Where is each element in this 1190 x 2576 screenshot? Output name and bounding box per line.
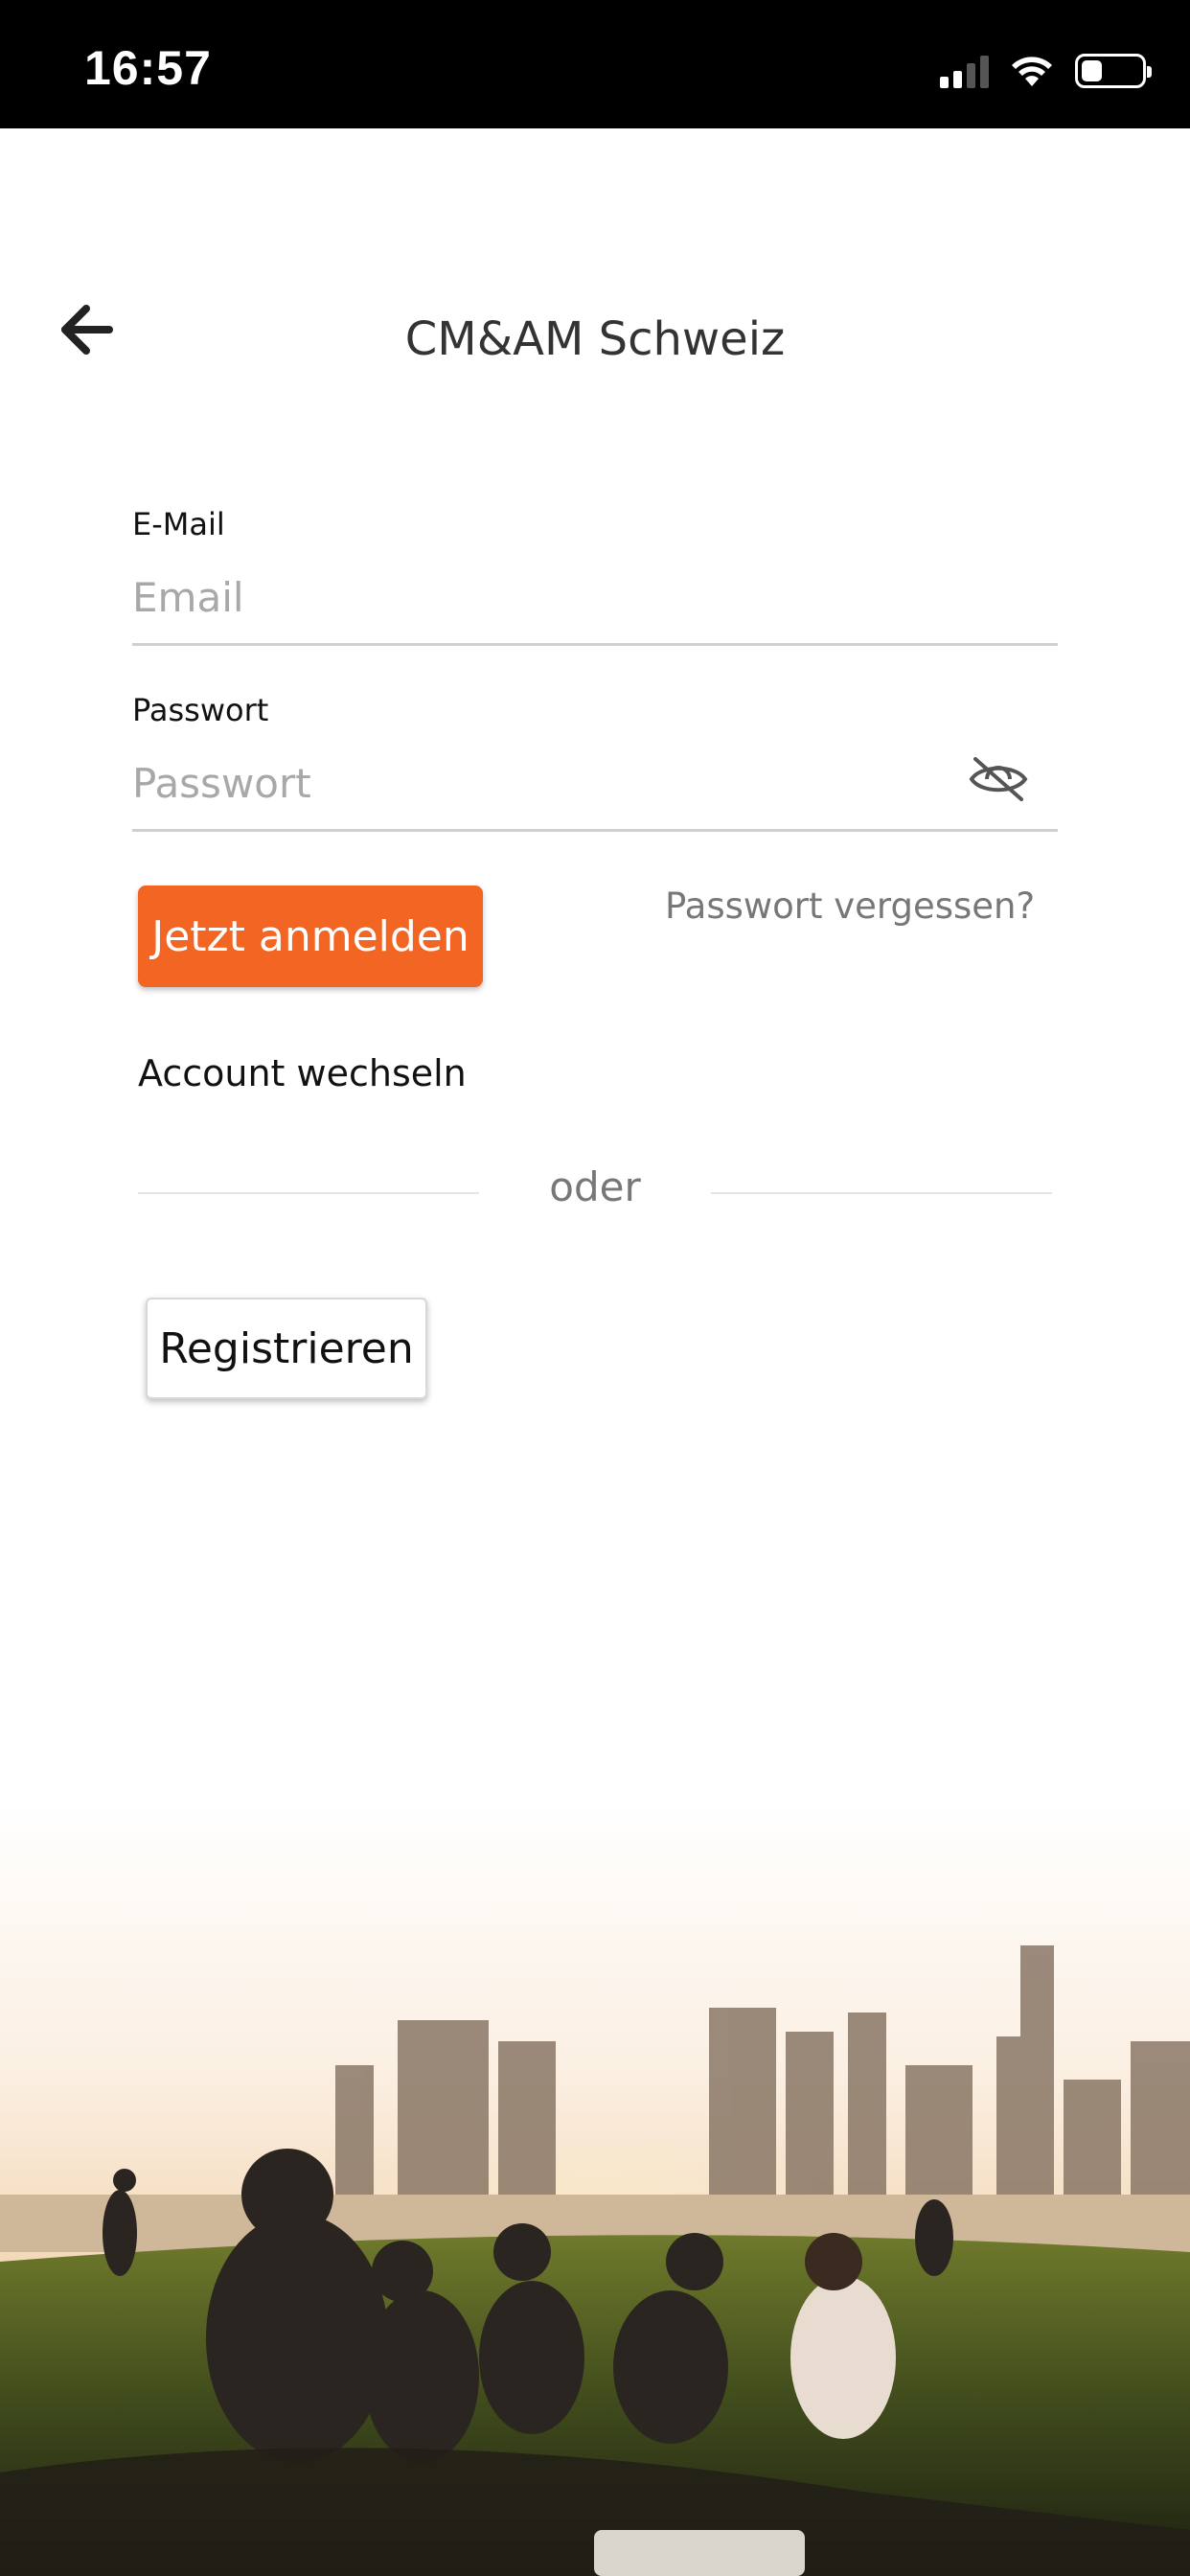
page-title: CM&AM Schweiz: [404, 312, 786, 366]
status-time: 16:57: [84, 41, 212, 95]
divider-label: oder: [549, 1163, 641, 1210]
login-button[interactable]: Jetzt anmelden: [138, 886, 483, 987]
register-button[interactable]: Registrieren: [146, 1298, 427, 1399]
status-bar: 16:57: [0, 0, 1190, 128]
password-input[interactable]: [132, 711, 1058, 832]
status-icons: [940, 52, 1152, 90]
wifi-icon: [1012, 57, 1052, 86]
divider-line-right: [711, 1192, 1052, 1194]
cellular-signal-icon: [940, 54, 989, 88]
email-input[interactable]: [132, 525, 1058, 646]
forgot-password-link[interactable]: Passwort vergessen?: [665, 886, 1035, 927]
switch-account-link[interactable]: Account wechseln: [138, 1052, 467, 1094]
city-park-photo: [0, 1802, 1190, 2576]
eye-off-icon[interactable]: [968, 753, 1029, 805]
battery-icon: [1075, 54, 1152, 88]
